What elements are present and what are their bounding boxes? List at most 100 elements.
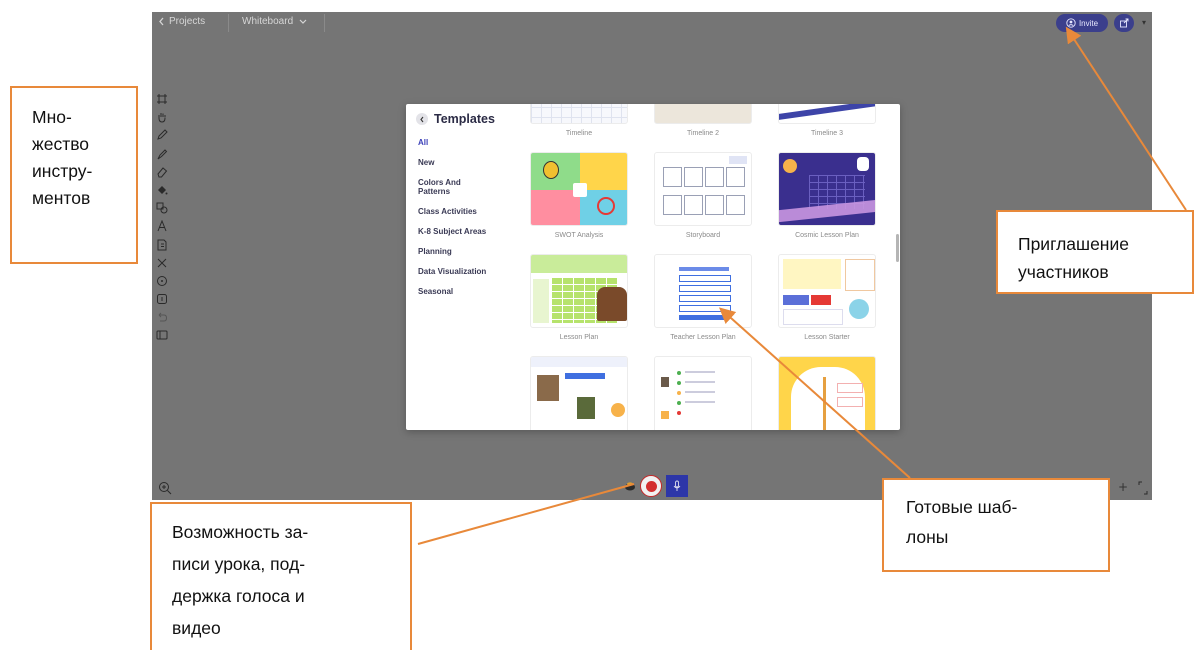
microphone-button[interactable] [666, 475, 688, 497]
template-thumbnail [530, 152, 628, 226]
board-name-dropdown[interactable]: Whiteboard [242, 16, 307, 27]
panel-icon[interactable] [155, 328, 169, 342]
template-categories: All New Colors And Patterns Class Activi… [418, 138, 514, 307]
close-icon[interactable] [155, 256, 169, 270]
back-to-projects-link[interactable]: Projects [158, 16, 205, 27]
template-card[interactable] [654, 356, 752, 430]
divider [324, 14, 325, 32]
template-caption: Storyboard [685, 232, 721, 239]
callout-text: лоны [906, 527, 949, 547]
callout-text: Возможность за- [172, 522, 309, 542]
zoom-in-icon[interactable]: + [1118, 480, 1128, 494]
template-thumbnail [654, 152, 752, 226]
category-data-visualization[interactable]: Data Visualization [418, 267, 514, 276]
template-caption: Timeline 3 [810, 130, 844, 137]
top-bar: Projects Whiteboard Invite ▾ [152, 12, 1152, 34]
shapes-icon[interactable] [155, 201, 169, 215]
category-seasonal[interactable]: Seasonal [418, 287, 514, 296]
callout-recording: Возможность за- писи урока, под- держка … [150, 502, 412, 650]
templates-grid: Timeline Timeline 2 Timeline 3 SWOT Anal… [524, 104, 896, 430]
divider [228, 14, 229, 32]
template-card[interactable]: Storyboard [654, 152, 752, 239]
invite-label: Invite [1078, 18, 1099, 28]
callout-text: ментов [32, 188, 91, 208]
template-card[interactable] [778, 356, 876, 430]
zoom-icon[interactable] [158, 480, 172, 495]
template-thumbnail [654, 104, 752, 124]
microphone-icon [673, 480, 681, 491]
callout-invite: Приглашение участников [996, 210, 1194, 294]
share-button[interactable] [1114, 14, 1134, 32]
category-class-activities[interactable]: Class Activities [418, 207, 514, 216]
callout-text: писи урока, под- [172, 554, 306, 574]
callout-text: держка голоса и [172, 586, 305, 606]
template-caption: SWOT Analysis [554, 232, 604, 239]
template-card[interactable]: Timeline [530, 104, 628, 137]
share-icon [1120, 18, 1129, 28]
callout-text: Мно- [32, 107, 72, 127]
template-card[interactable]: Lesson Plan [530, 254, 628, 341]
record-button[interactable] [640, 475, 662, 497]
eraser-icon[interactable] [155, 165, 169, 179]
template-caption: Lesson Plan [559, 334, 599, 341]
callout-text: видео [172, 618, 221, 638]
template-thumbnail [654, 254, 752, 328]
modal-back-button[interactable] [416, 113, 428, 125]
template-thumbnail [778, 104, 876, 124]
more-options-icon[interactable]: ▾ [1142, 18, 1146, 27]
camera-icon[interactable] [624, 481, 636, 491]
hand-icon[interactable] [155, 110, 169, 124]
templates-modal: Templates All New Colors And Patterns Cl… [406, 104, 900, 430]
modal-header: Templates [416, 112, 495, 126]
category-colors-and-patterns[interactable]: Colors And Patterns [418, 178, 478, 196]
template-thumbnail [530, 254, 628, 328]
template-caption: Timeline [565, 130, 593, 137]
pencil-icon[interactable] [155, 128, 169, 142]
template-card[interactable]: Teacher Lesson Plan [654, 254, 752, 341]
sticky-note-icon[interactable] [155, 238, 169, 252]
chevron-left-icon [159, 17, 164, 26]
callout-text: жество [32, 134, 90, 154]
callout-templates: Готовые шаб- лоны [882, 478, 1110, 572]
board-label: Whiteboard [242, 16, 294, 27]
template-card[interactable]: Lesson Starter [778, 254, 876, 341]
marker-icon[interactable] [155, 147, 169, 161]
user-plus-icon [1066, 18, 1076, 28]
category-planning[interactable]: Planning [418, 247, 514, 256]
category-all[interactable]: All [418, 138, 514, 147]
templates-sidebar: Templates All New Colors And Patterns Cl… [406, 104, 516, 430]
timer-icon[interactable] [155, 274, 169, 288]
template-card[interactable]: Timeline 2 [654, 104, 752, 137]
record-icon [645, 480, 657, 492]
template-card[interactable]: Timeline 3 [778, 104, 876, 137]
select-icon[interactable] [155, 92, 169, 106]
template-thumbnail [654, 356, 752, 430]
recording-controls [624, 473, 688, 499]
template-card[interactable] [530, 356, 628, 430]
template-card[interactable]: SWOT Analysis [530, 152, 628, 239]
templates-scrollbar[interactable] [896, 234, 899, 262]
template-thumbnail [778, 152, 876, 226]
template-caption: Lesson Starter [804, 334, 850, 341]
callout-text: участников [1018, 262, 1109, 282]
template-caption: Teacher Lesson Plan [670, 334, 736, 341]
category-k8-subject-areas[interactable]: K-8 Subject Areas [418, 227, 514, 236]
undo-icon[interactable] [155, 310, 169, 324]
text-icon[interactable] [155, 219, 169, 233]
left-toolbar [154, 92, 170, 342]
back-label: Projects [169, 16, 206, 27]
callout-tools: Мно- жество инстру- ментов [10, 86, 138, 264]
category-new[interactable]: New [418, 158, 514, 167]
template-thumbnail [778, 254, 876, 328]
template-caption: Timeline 2 [686, 130, 720, 137]
fullscreen-icon[interactable] [1138, 480, 1148, 495]
callout-text: Готовые шаб- [906, 497, 1018, 517]
template-thumbnail [778, 356, 876, 430]
template-thumbnail [530, 104, 628, 124]
invite-button[interactable]: Invite [1056, 14, 1108, 32]
fill-icon[interactable] [155, 183, 169, 197]
frame-icon[interactable] [155, 292, 169, 306]
template-thumbnail [530, 356, 628, 430]
chevron-down-icon [299, 19, 307, 24]
template-card[interactable]: Cosmic Lesson Plan [778, 152, 876, 239]
